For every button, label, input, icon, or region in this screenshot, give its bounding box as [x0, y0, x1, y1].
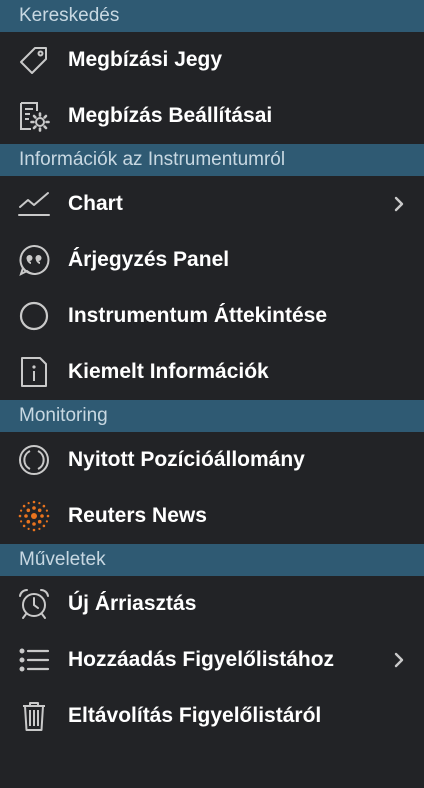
chart-icon	[17, 187, 51, 221]
menu-item-label: Hozzáadás Figyelőlistához	[68, 648, 335, 671]
menu-item-label: Árjegyzés Panel	[68, 248, 230, 271]
circle-icon	[17, 299, 51, 333]
menu-item-label: Kiemelt Információk	[68, 360, 269, 383]
menu-item-reuters-news[interactable]: Reuters News	[0, 488, 424, 544]
list-icon	[17, 643, 51, 677]
context-menu: Kereskedés Megbízási Jegy Megbízás Beáll…	[0, 0, 424, 788]
section-header-instrument-info: Információk az Instrumentumról	[0, 144, 424, 176]
menu-item-open-positions[interactable]: Nyitott Pozícióállomány	[0, 432, 424, 488]
quote-icon	[17, 243, 51, 277]
positions-icon	[17, 443, 51, 477]
tag-icon	[17, 43, 51, 77]
menu-item-label: Chart	[68, 192, 123, 215]
menu-item-quote-panel[interactable]: Árjegyzés Panel	[0, 232, 424, 288]
trash-icon	[17, 699, 51, 733]
menu-item-key-information[interactable]: Kiemelt Információk	[0, 344, 424, 400]
menu-item-order-settings[interactable]: Megbízás Beállításai	[0, 88, 424, 144]
chevron-right-icon	[392, 195, 406, 213]
section-header-kereskedes: Kereskedés	[0, 0, 424, 32]
menu-item-chart[interactable]: Chart	[0, 176, 424, 232]
menu-item-instrument-overview[interactable]: Instrumentum Áttekintése	[0, 288, 424, 344]
menu-item-remove-from-watchlist[interactable]: Eltávolítás Figyelőlistáról	[0, 688, 424, 744]
chevron-right-icon	[392, 651, 406, 669]
menu-item-add-to-watchlist[interactable]: Hozzáadás Figyelőlistához	[0, 632, 424, 688]
section-header-monitoring: Monitoring	[0, 400, 424, 432]
menu-item-label: Megbízási Jegy	[68, 48, 223, 71]
info-icon	[17, 355, 51, 389]
menu-item-new-price-alert[interactable]: Új Árriasztás	[0, 576, 424, 632]
menu-item-label: Megbízás Beállításai	[68, 104, 273, 127]
menu-item-label: Új Árriasztás	[68, 592, 197, 615]
menu-item-order-ticket[interactable]: Megbízási Jegy	[0, 32, 424, 88]
order-settings-icon	[17, 99, 51, 133]
section-header-actions: Műveletek	[0, 544, 424, 576]
menu-item-label: Instrumentum Áttekintése	[68, 304, 328, 327]
menu-item-label: Nyitott Pozícióállomány	[68, 448, 305, 471]
alarm-clock-icon	[17, 587, 51, 621]
menu-item-label: Eltávolítás Figyelőlistáról	[68, 704, 322, 727]
reuters-icon	[17, 499, 51, 533]
menu-item-label: Reuters News	[68, 504, 207, 527]
